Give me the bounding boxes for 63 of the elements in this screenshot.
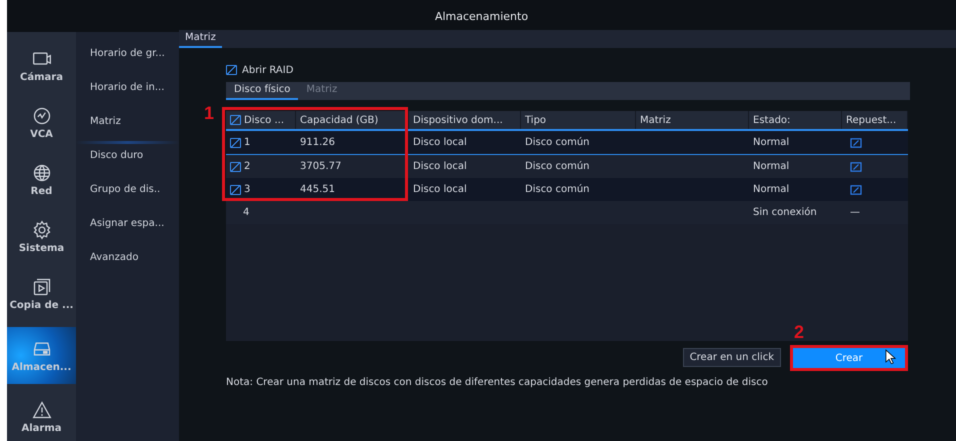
table-cell: Normal: [753, 184, 790, 195]
menu-item[interactable]: Grupo de dis..: [76, 178, 179, 212]
column-header[interactable]: Estado:: [753, 114, 790, 126]
table-cell: Disco común: [525, 161, 590, 172]
window-title: Almacenamiento: [434, 10, 528, 22]
table-cell: Disco local: [413, 161, 467, 172]
note-text: Nota: Crear una matriz de discos con discos de diferentes capacidades genera perdidas de espacio de disco: [226, 377, 769, 388]
sidebar-item[interactable]: Copia de ...: [7, 270, 76, 318]
sidebar-item[interactable]: Red: [7, 156, 76, 204]
table-cell: 3: [244, 184, 250, 195]
checkbox[interactable]: [226, 65, 237, 75]
tab[interactable]: Disco físico: [226, 82, 298, 100]
table-cell: Disco común: [525, 184, 590, 195]
menu-item[interactable]: Horario de in...: [76, 76, 179, 110]
play-icon: [32, 277, 52, 298]
table-row[interactable]: 1 911.26 Disco local Disco común Normal: [226, 131, 908, 155]
checkbox[interactable]: [230, 138, 241, 148]
column-header[interactable]: Matriz: [640, 114, 671, 126]
menu-item[interactable]: Avanzado: [76, 246, 179, 280]
edit-icon[interactable]: [850, 138, 862, 148]
menu-item[interactable]: Asignar espa...: [76, 212, 179, 246]
checkbox[interactable]: [230, 162, 241, 172]
table-cell: Disco local: [413, 137, 467, 148]
quick-create-button[interactable]: Crear en un click: [682, 348, 781, 367]
table-row[interactable]: 2 3705.77 Disco local Disco común Normal: [226, 155, 908, 178]
table-cell: Normal: [753, 137, 790, 148]
chart-circle-icon: [32, 106, 52, 126]
edit-icon[interactable]: [850, 162, 862, 172]
table-cell: Normal: [753, 161, 790, 172]
sidebar-item[interactable]: Cámara: [7, 42, 76, 90]
annotation-number: 1: [204, 103, 214, 124]
sidebar-item[interactable]: VCA: [7, 99, 76, 148]
menu-item[interactable]: Horario de gr...: [76, 42, 179, 76]
checkbox[interactable]: [230, 115, 241, 125]
checkbox[interactable]: [230, 184, 241, 194]
annotation-number: 2: [794, 322, 804, 343]
sidebar-item[interactable]: Alarma: [7, 392, 76, 441]
table-cell: 2: [244, 161, 250, 172]
sidebar-item[interactable]: Sistema: [7, 213, 76, 262]
table-cell: Sin conexión: [753, 207, 817, 218]
table-cell: 445.51: [300, 184, 335, 195]
menu-item[interactable]: Disco duro: [76, 144, 179, 178]
column-header[interactable]: Dispositivo dom...: [413, 114, 503, 126]
column-header[interactable]: Capacidad (GB): [300, 114, 378, 126]
warning-icon: [32, 400, 52, 420]
column-header[interactable]: Disco ...: [244, 114, 284, 126]
table-cell: 911.26: [300, 137, 335, 148]
column-header[interactable]: Tipo: [525, 114, 546, 126]
table-cell: 1: [244, 137, 250, 148]
checkbox-label: Abrir RAID: [242, 64, 294, 76]
table-cell: Disco común: [525, 137, 590, 148]
column-header[interactable]: Repuest...: [846, 114, 896, 126]
cursor-icon: [885, 349, 896, 364]
edit-icon[interactable]: [850, 184, 862, 194]
globe-icon: [32, 163, 52, 184]
table-cell: Disco local: [413, 184, 467, 195]
page-tab[interactable]: Matriz: [179, 30, 222, 48]
table-cell: 4: [243, 207, 250, 218]
table-cell: 3705.77: [300, 161, 342, 172]
settings-icon: [32, 220, 52, 240]
table-cell: —: [850, 207, 860, 218]
table-row[interactable]: 3 445.51 Disco local Disco común Normal: [226, 178, 908, 201]
table-row[interactable]: 4 Sin conexión —: [226, 201, 908, 224]
